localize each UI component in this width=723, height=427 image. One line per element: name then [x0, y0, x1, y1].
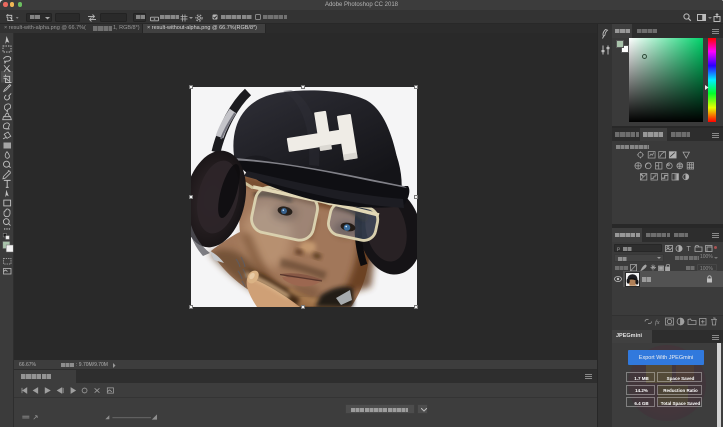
- svg-text:fx: fx: [655, 319, 660, 326]
- svg-text:T: T: [687, 246, 692, 252]
